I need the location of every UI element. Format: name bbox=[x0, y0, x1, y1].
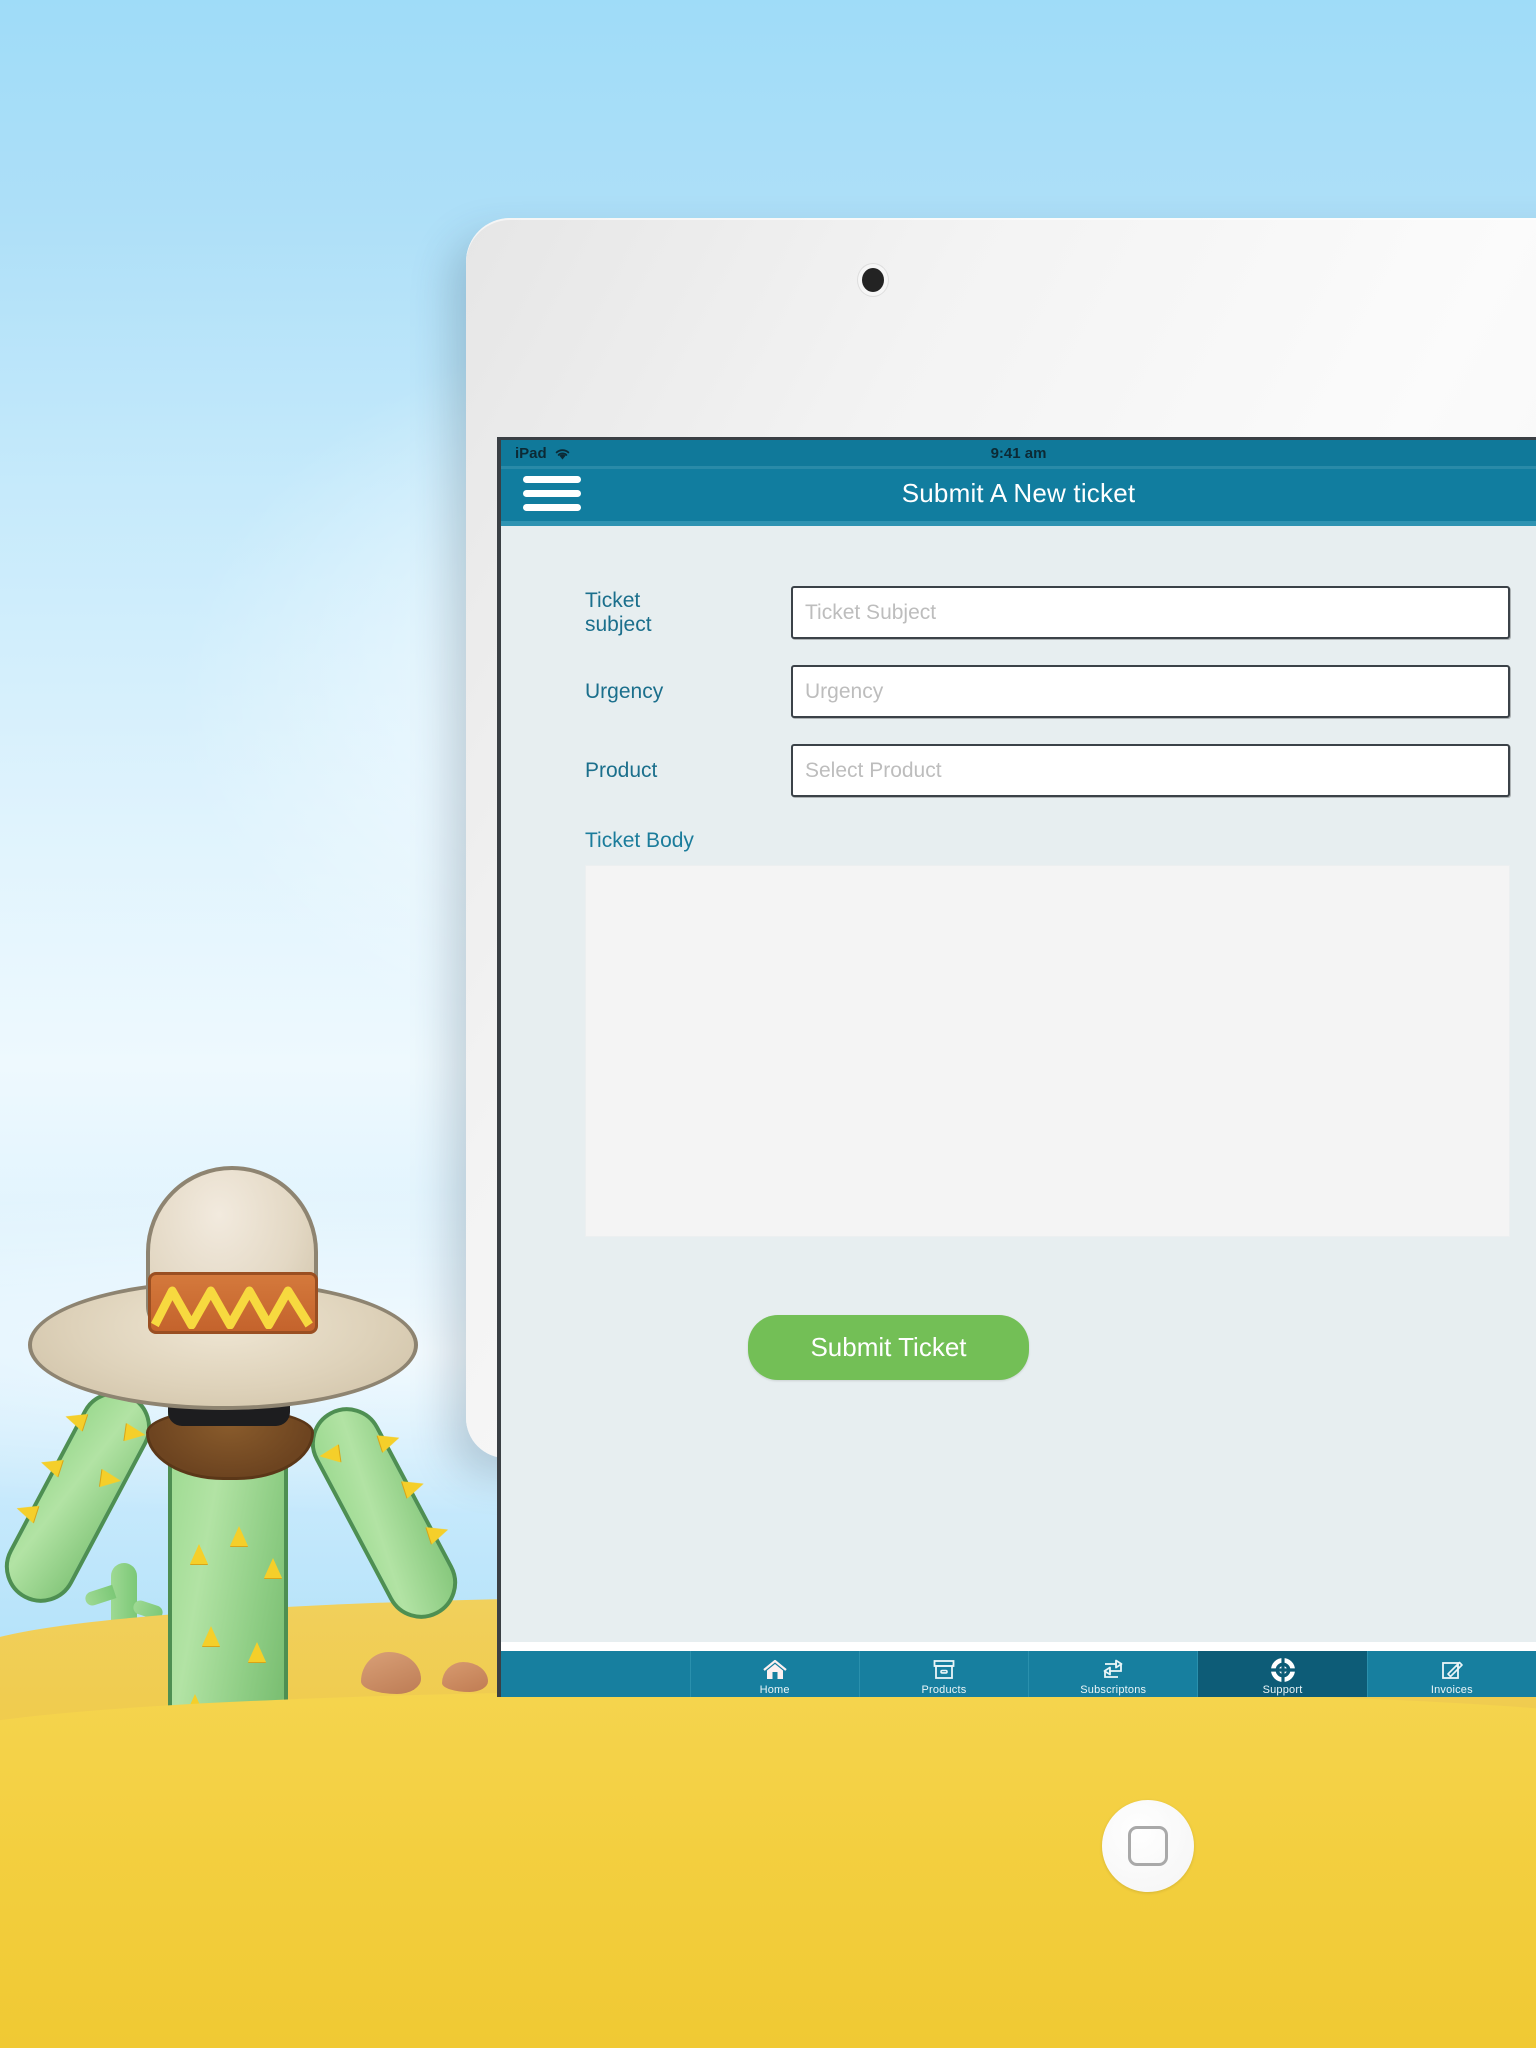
status-bar: iPad 9:41 am bbox=[501, 440, 1536, 466]
tab-products[interactable]: Products bbox=[860, 1651, 1030, 1697]
tab-label-home: Home bbox=[759, 1683, 790, 1696]
zigzag-pattern-icon bbox=[151, 1286, 313, 1329]
tab-invoices[interactable]: Invoices bbox=[1368, 1651, 1536, 1697]
hamburger-menu-icon[interactable] bbox=[523, 476, 581, 511]
status-bar-time: 9:41 am bbox=[990, 444, 1047, 462]
ticket-form: Ticket subject Ticket Subject Urgency Ur… bbox=[501, 586, 1536, 1697]
field-row-ticket-subject: Ticket subject Ticket Subject bbox=[501, 586, 1536, 639]
box-icon bbox=[931, 1656, 957, 1682]
ticket-subject-input[interactable]: Ticket Subject bbox=[791, 586, 1510, 639]
page-title: Submit A New ticket bbox=[901, 478, 1136, 508]
tab-support[interactable]: Support bbox=[1198, 1651, 1368, 1697]
label-ticket-subject: Ticket subject bbox=[585, 588, 652, 636]
submit-row: Submit Ticket bbox=[501, 1315, 1536, 1380]
sand-front-layer bbox=[0, 1689, 1536, 2048]
home-button[interactable] bbox=[1102, 1800, 1194, 1892]
tab-label-products: Products bbox=[921, 1683, 967, 1696]
tab-label-invoices: Invoices bbox=[1430, 1683, 1473, 1696]
product-select[interactable]: Select Product bbox=[791, 744, 1510, 797]
navigation-bar: Submit A New ticket bbox=[501, 466, 1536, 521]
submit-ticket-button[interactable]: Submit Ticket bbox=[748, 1315, 1029, 1380]
navbar-underline bbox=[501, 521, 1536, 526]
sombrero-band bbox=[148, 1272, 318, 1334]
label-urgency: Urgency bbox=[585, 679, 664, 703]
label-ticket-body: Ticket Body bbox=[585, 829, 694, 852]
front-camera-icon bbox=[862, 268, 884, 292]
tab-subscriptions[interactable]: Subscriptons bbox=[1029, 1651, 1199, 1697]
carrier-label: iPad bbox=[515, 444, 547, 462]
sombrero-cactus-mascot bbox=[0, 1160, 470, 1740]
status-bar-left: iPad bbox=[515, 445, 571, 462]
cactus-arm-left bbox=[0, 1378, 164, 1616]
lifebuoy-icon bbox=[1270, 1656, 1296, 1682]
tab-label-support: Support bbox=[1262, 1683, 1303, 1696]
tab-home[interactable]: Home bbox=[691, 1651, 860, 1697]
edit-pencil-icon bbox=[1439, 1656, 1465, 1682]
bottom-tab-bar: Home Products Subscriptons Support Invoi… bbox=[501, 1642, 1536, 1697]
ticket-body-textarea[interactable] bbox=[585, 865, 1510, 1237]
app-screen: iPad 9:41 am Submit A New ticket Ticket … bbox=[497, 437, 1536, 1697]
tabbar-spacer bbox=[501, 1651, 691, 1697]
field-row-product: Product Select Product bbox=[501, 744, 1536, 797]
field-row-urgency: Urgency Urgency bbox=[501, 665, 1536, 718]
home-icon bbox=[762, 1656, 788, 1682]
label-product: Product bbox=[585, 758, 658, 782]
tab-label-subscriptions: Subscriptons bbox=[1080, 1683, 1147, 1696]
urgency-input[interactable]: Urgency bbox=[791, 665, 1510, 718]
wifi-icon bbox=[555, 448, 569, 459]
recycle-arrows-icon bbox=[1100, 1656, 1126, 1682]
